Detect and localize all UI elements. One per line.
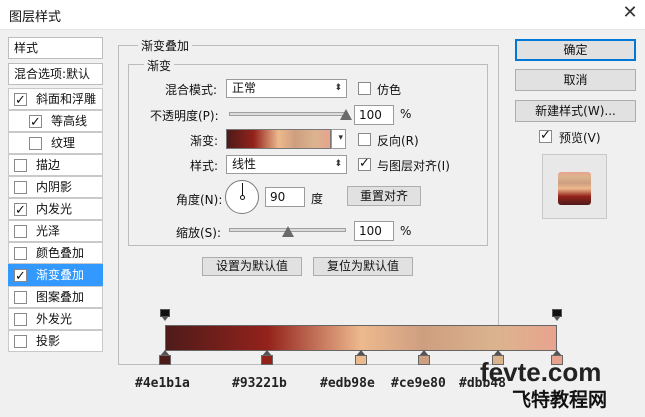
watermark-subtext: 飞特教程网 [512, 390, 608, 411]
title-bar [0, 0, 645, 30]
dither-label: 仿色 [377, 83, 402, 97]
angle-input[interactable]: 90 [265, 187, 305, 207]
sidebar-item-label: 渐变叠加 [36, 268, 85, 282]
sidebar-item[interactable]: 内发光 [8, 198, 103, 220]
scale-percent: % [400, 224, 412, 238]
opacity-stop[interactable] [552, 309, 562, 321]
style-preview [542, 154, 607, 219]
style-select[interactable]: 线性 ⬍ [226, 155, 347, 174]
sidebar-item[interactable]: 光泽 [8, 220, 103, 242]
sidebar-item[interactable]: 外发光 [8, 308, 103, 330]
sidebar-item-label: 内阴影 [36, 180, 73, 194]
sidebar-item[interactable]: 描边 [8, 154, 103, 176]
sidebar-item-checkbox[interactable] [29, 113, 42, 131]
sidebar-item-checkbox[interactable] [29, 137, 42, 150]
ok-button[interactable]: 确定 [515, 39, 636, 61]
opacity-input[interactable]: 100 [354, 105, 394, 125]
sidebar-item-checkbox[interactable] [14, 225, 27, 238]
angle-dial[interactable] [225, 180, 259, 214]
gradient-label: 渐变: [190, 134, 219, 148]
sidebar-item[interactable]: 投影 [8, 330, 103, 352]
color-stop-hex-label: #edb98e [320, 376, 375, 391]
color-stop-hex-label: #93221b [232, 376, 287, 391]
sidebar-header[interactable]: 样式 [8, 37, 103, 59]
reverse-label: 反向(R) [377, 134, 419, 148]
sidebar-item-label: 内发光 [36, 202, 73, 216]
sidebar-item-checkbox[interactable] [14, 267, 27, 285]
reset-default-button[interactable]: 复位为默认值 [313, 257, 413, 276]
dither-checkbox[interactable] [358, 82, 371, 95]
sidebar-item-checkbox[interactable] [14, 201, 27, 219]
color-stop[interactable] [159, 350, 171, 366]
style-value: 线性 [232, 157, 257, 171]
align-with-layer-checkbox[interactable] [358, 156, 371, 171]
blend-mode-select[interactable]: 正常 ⬍ [226, 79, 347, 98]
sidebar-item-checkbox[interactable] [14, 335, 27, 348]
sidebar-item-checkbox[interactable] [14, 91, 27, 109]
opacity-label: 不透明度(P): [150, 109, 219, 123]
opacity-stop[interactable] [160, 309, 170, 321]
sidebar-item-label: 图案叠加 [36, 290, 85, 304]
new-style-button[interactable]: 新建样式(W)... [515, 100, 636, 122]
sidebar-item-label: 光泽 [36, 224, 61, 238]
sidebar-item[interactable]: 纹理 [8, 132, 103, 154]
sidebar-item-label: 纹理 [51, 136, 76, 150]
updown-arrow-icon: ⬍ [334, 83, 342, 93]
sidebar-item-label: 等高线 [51, 114, 88, 128]
color-stop[interactable] [417, 350, 430, 366]
gradient-dropdown-button[interactable]: ▾ [331, 129, 346, 149]
angle-label: 角度(N): [176, 193, 223, 207]
gradient-swatch[interactable] [226, 129, 331, 149]
color-stop-hex-label: #ce9e80 [391, 376, 446, 391]
sidebar-item-label: 斜面和浮雕 [36, 92, 97, 106]
sidebar-item[interactable]: 渐变叠加 [8, 264, 103, 286]
gradient-editor-bar[interactable] [165, 325, 557, 351]
reset-align-button[interactable]: 重置对齐 [347, 186, 421, 206]
scale-input[interactable]: 100 [354, 221, 394, 241]
cancel-button[interactable]: 取消 [515, 69, 636, 91]
gradient-overlay-legend: 渐变叠加 [138, 37, 193, 54]
align-with-layer-label: 与图层对齐(I) [377, 159, 450, 173]
watermark-logo: fevte.com [480, 357, 602, 387]
preview-checkbox[interactable] [539, 128, 552, 143]
window-title: 图层样式 [9, 10, 62, 25]
reverse-checkbox[interactable] [358, 133, 371, 146]
scale-slider-thumb[interactable] [281, 226, 294, 237]
sidebar-item-label: 颜色叠加 [36, 246, 85, 260]
sidebar-item[interactable]: 斜面和浮雕 [8, 88, 103, 110]
color-stop[interactable] [260, 350, 273, 366]
color-stop[interactable] [355, 350, 367, 366]
set-default-button[interactable]: 设置为默认值 [202, 257, 302, 276]
style-preview-swatch [558, 172, 591, 205]
blend-mode-label: 混合模式: [165, 83, 218, 97]
color-stop-hex-label: #4e1b1a [135, 376, 190, 391]
sidebar-item-label: 外发光 [36, 312, 73, 326]
gradient-legend: 渐变 [144, 57, 175, 74]
chevron-down-icon: ▾ [338, 133, 343, 143]
degree-unit: 度 [311, 192, 324, 206]
sidebar-blend-options[interactable]: 混合选项:默认 [8, 63, 103, 85]
opacity-slider-track[interactable] [229, 112, 346, 116]
angle-dial-center [240, 195, 245, 200]
close-icon[interactable]: ✕ [618, 2, 642, 24]
opacity-percent: % [400, 107, 412, 121]
sidebar-item[interactable]: 内阴影 [8, 176, 103, 198]
preview-label: 预览(V) [559, 131, 601, 145]
style-sidebar: 样式 混合选项:默认 斜面和浮雕等高线纹理描边内阴影内发光光泽颜色叠加渐变叠加图… [8, 37, 103, 377]
sidebar-item[interactable]: 颜色叠加 [8, 242, 103, 264]
opacity-slider-thumb[interactable] [340, 109, 352, 120]
sidebar-item-checkbox[interactable] [14, 159, 27, 172]
sidebar-item-label: 投影 [36, 334, 61, 348]
sidebar-item[interactable]: 等高线 [8, 110, 103, 132]
sidebar-item-checkbox[interactable] [14, 291, 27, 304]
style-label: 样式: [190, 159, 219, 173]
sidebar-item[interactable]: 图案叠加 [8, 286, 103, 308]
sidebar-item-label: 描边 [36, 158, 61, 172]
sidebar-item-checkbox[interactable] [14, 181, 27, 194]
scale-label: 缩放(S): [176, 226, 222, 240]
sidebar-item-checkbox[interactable] [14, 247, 27, 260]
blend-mode-value: 正常 [232, 81, 257, 95]
sidebar-item-checkbox[interactable] [14, 313, 27, 326]
updown-arrow-icon: ⬍ [334, 159, 342, 169]
